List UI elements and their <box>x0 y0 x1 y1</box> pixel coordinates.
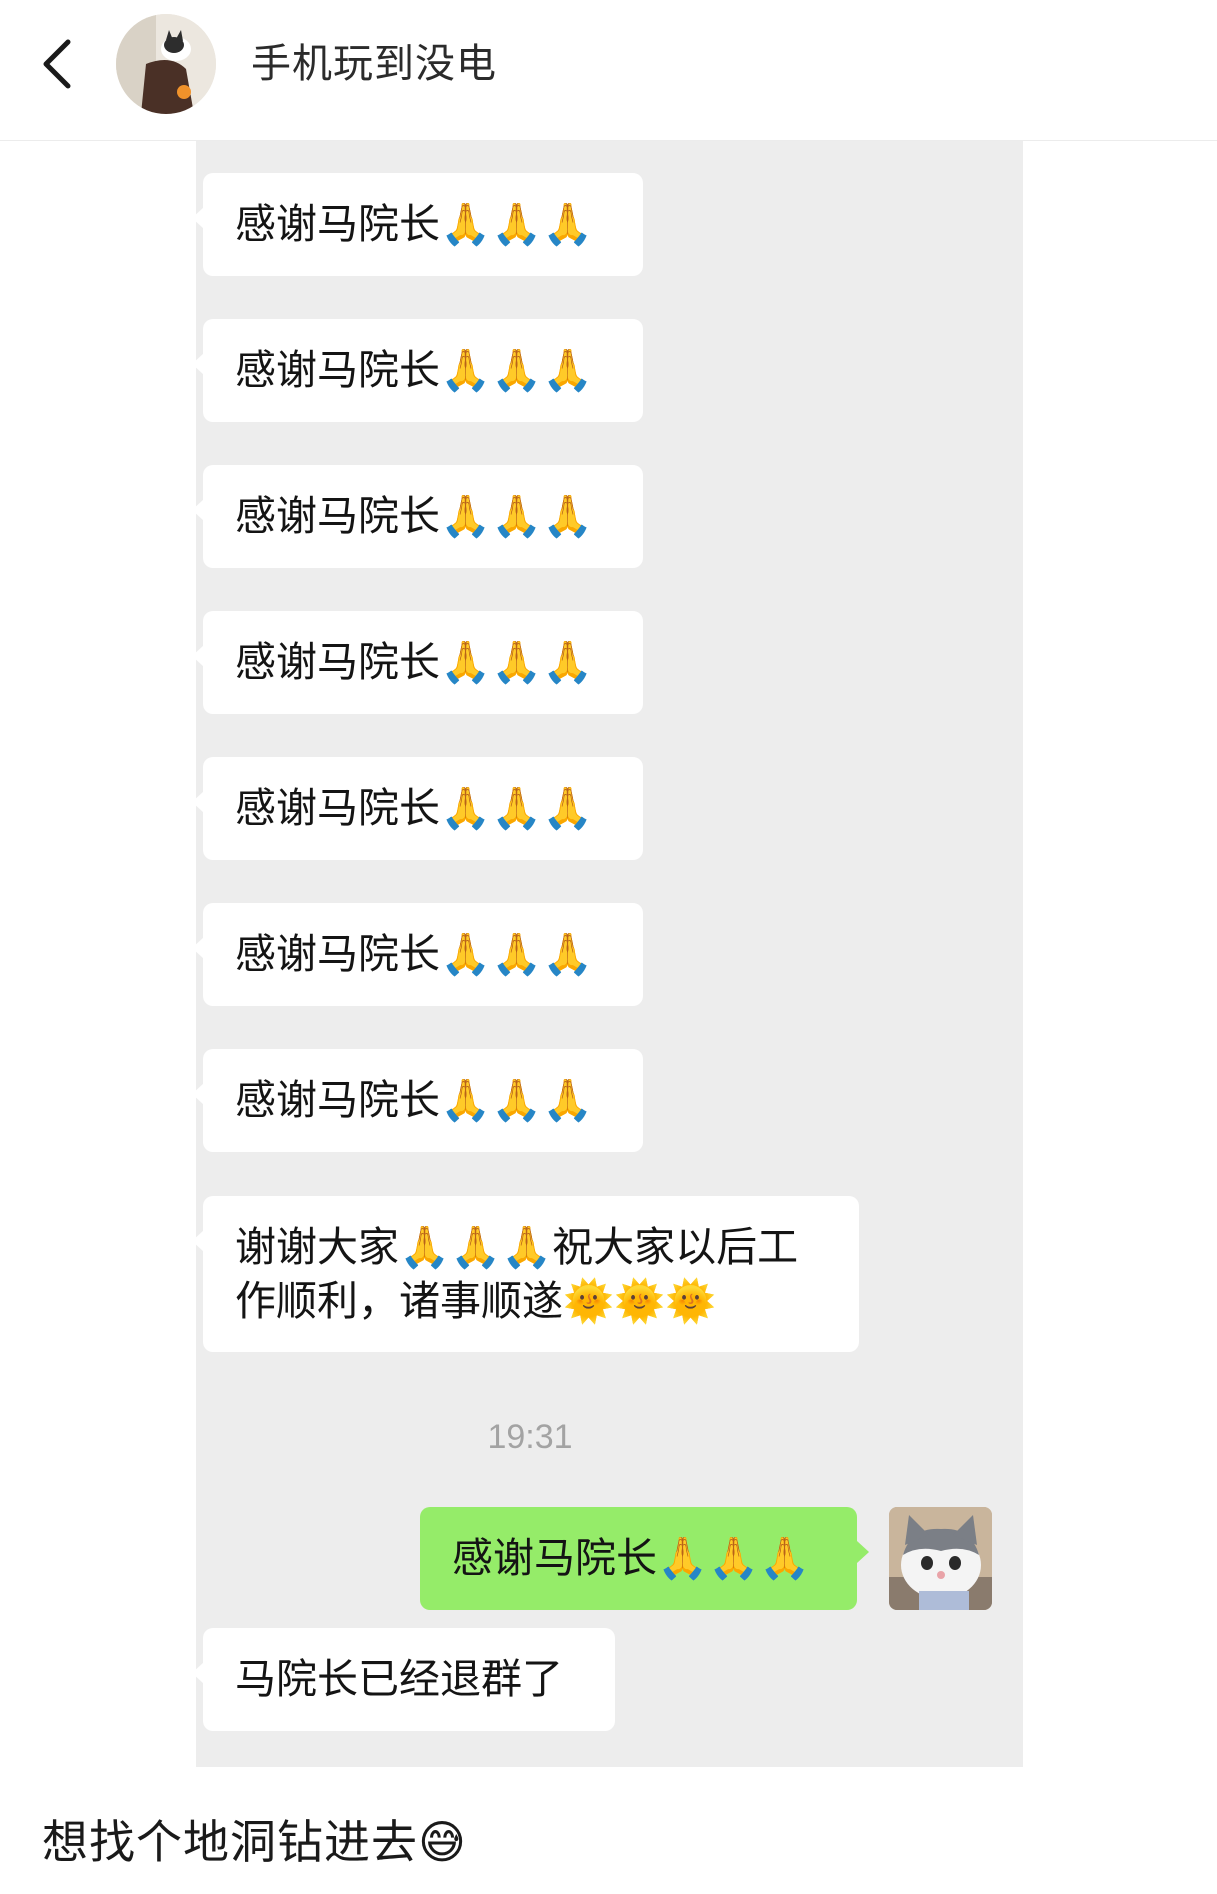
cat-on-chair-avatar-image <box>116 14 216 114</box>
incoming-message[interactable]: 感谢马院长🙏🙏🙏 <box>192 611 643 714</box>
chevron-left-icon <box>43 39 71 89</box>
incoming-message[interactable]: 马院长已经退群了 <box>192 1628 615 1731</box>
self-avatar[interactable] <box>889 1507 992 1610</box>
contact-name: 手机玩到没电 <box>251 41 497 87</box>
incoming-message[interactable]: 感谢马院长🙏🙏🙏 <box>192 465 643 568</box>
incoming-message[interactable]: 感谢马院长🙏🙏🙏 <box>192 319 643 422</box>
chat-area: 感谢马院长🙏🙏🙏 感谢马院长🙏🙏🙏 感谢马院长🙏🙏🙏 感谢马院长🙏🙏🙏 感谢马院… <box>192 141 1023 1767</box>
incoming-message-multiline[interactable]: 谢谢大家🙏🙏🙏祝大家以后工 作顺利，诸事顺遂🌞🌞🌞 <box>192 1196 859 1352</box>
incoming-message[interactable]: 感谢马院长🙏🙏🙏 <box>192 1049 643 1152</box>
message-timestamp: 19:31 <box>487 1418 573 1456</box>
chat-header: 手机玩到没电 <box>0 0 1217 141</box>
incoming-message[interactable]: 感谢马院长🙏🙏🙏 <box>192 903 643 1006</box>
outgoing-message[interactable]: 感谢马院长🙏🙏🙏 <box>420 1507 869 1610</box>
incoming-message[interactable]: 感谢马院长🙏🙏🙏 <box>192 757 643 860</box>
incoming-message[interactable]: 感谢马院长🙏🙏🙏 <box>192 173 643 276</box>
post-caption: 想找个地洞钻进去😅 <box>42 1815 467 1869</box>
back-button[interactable] <box>30 32 86 96</box>
grey-white-kitten-avatar-image <box>889 1507 992 1610</box>
contact-avatar[interactable] <box>116 14 216 114</box>
